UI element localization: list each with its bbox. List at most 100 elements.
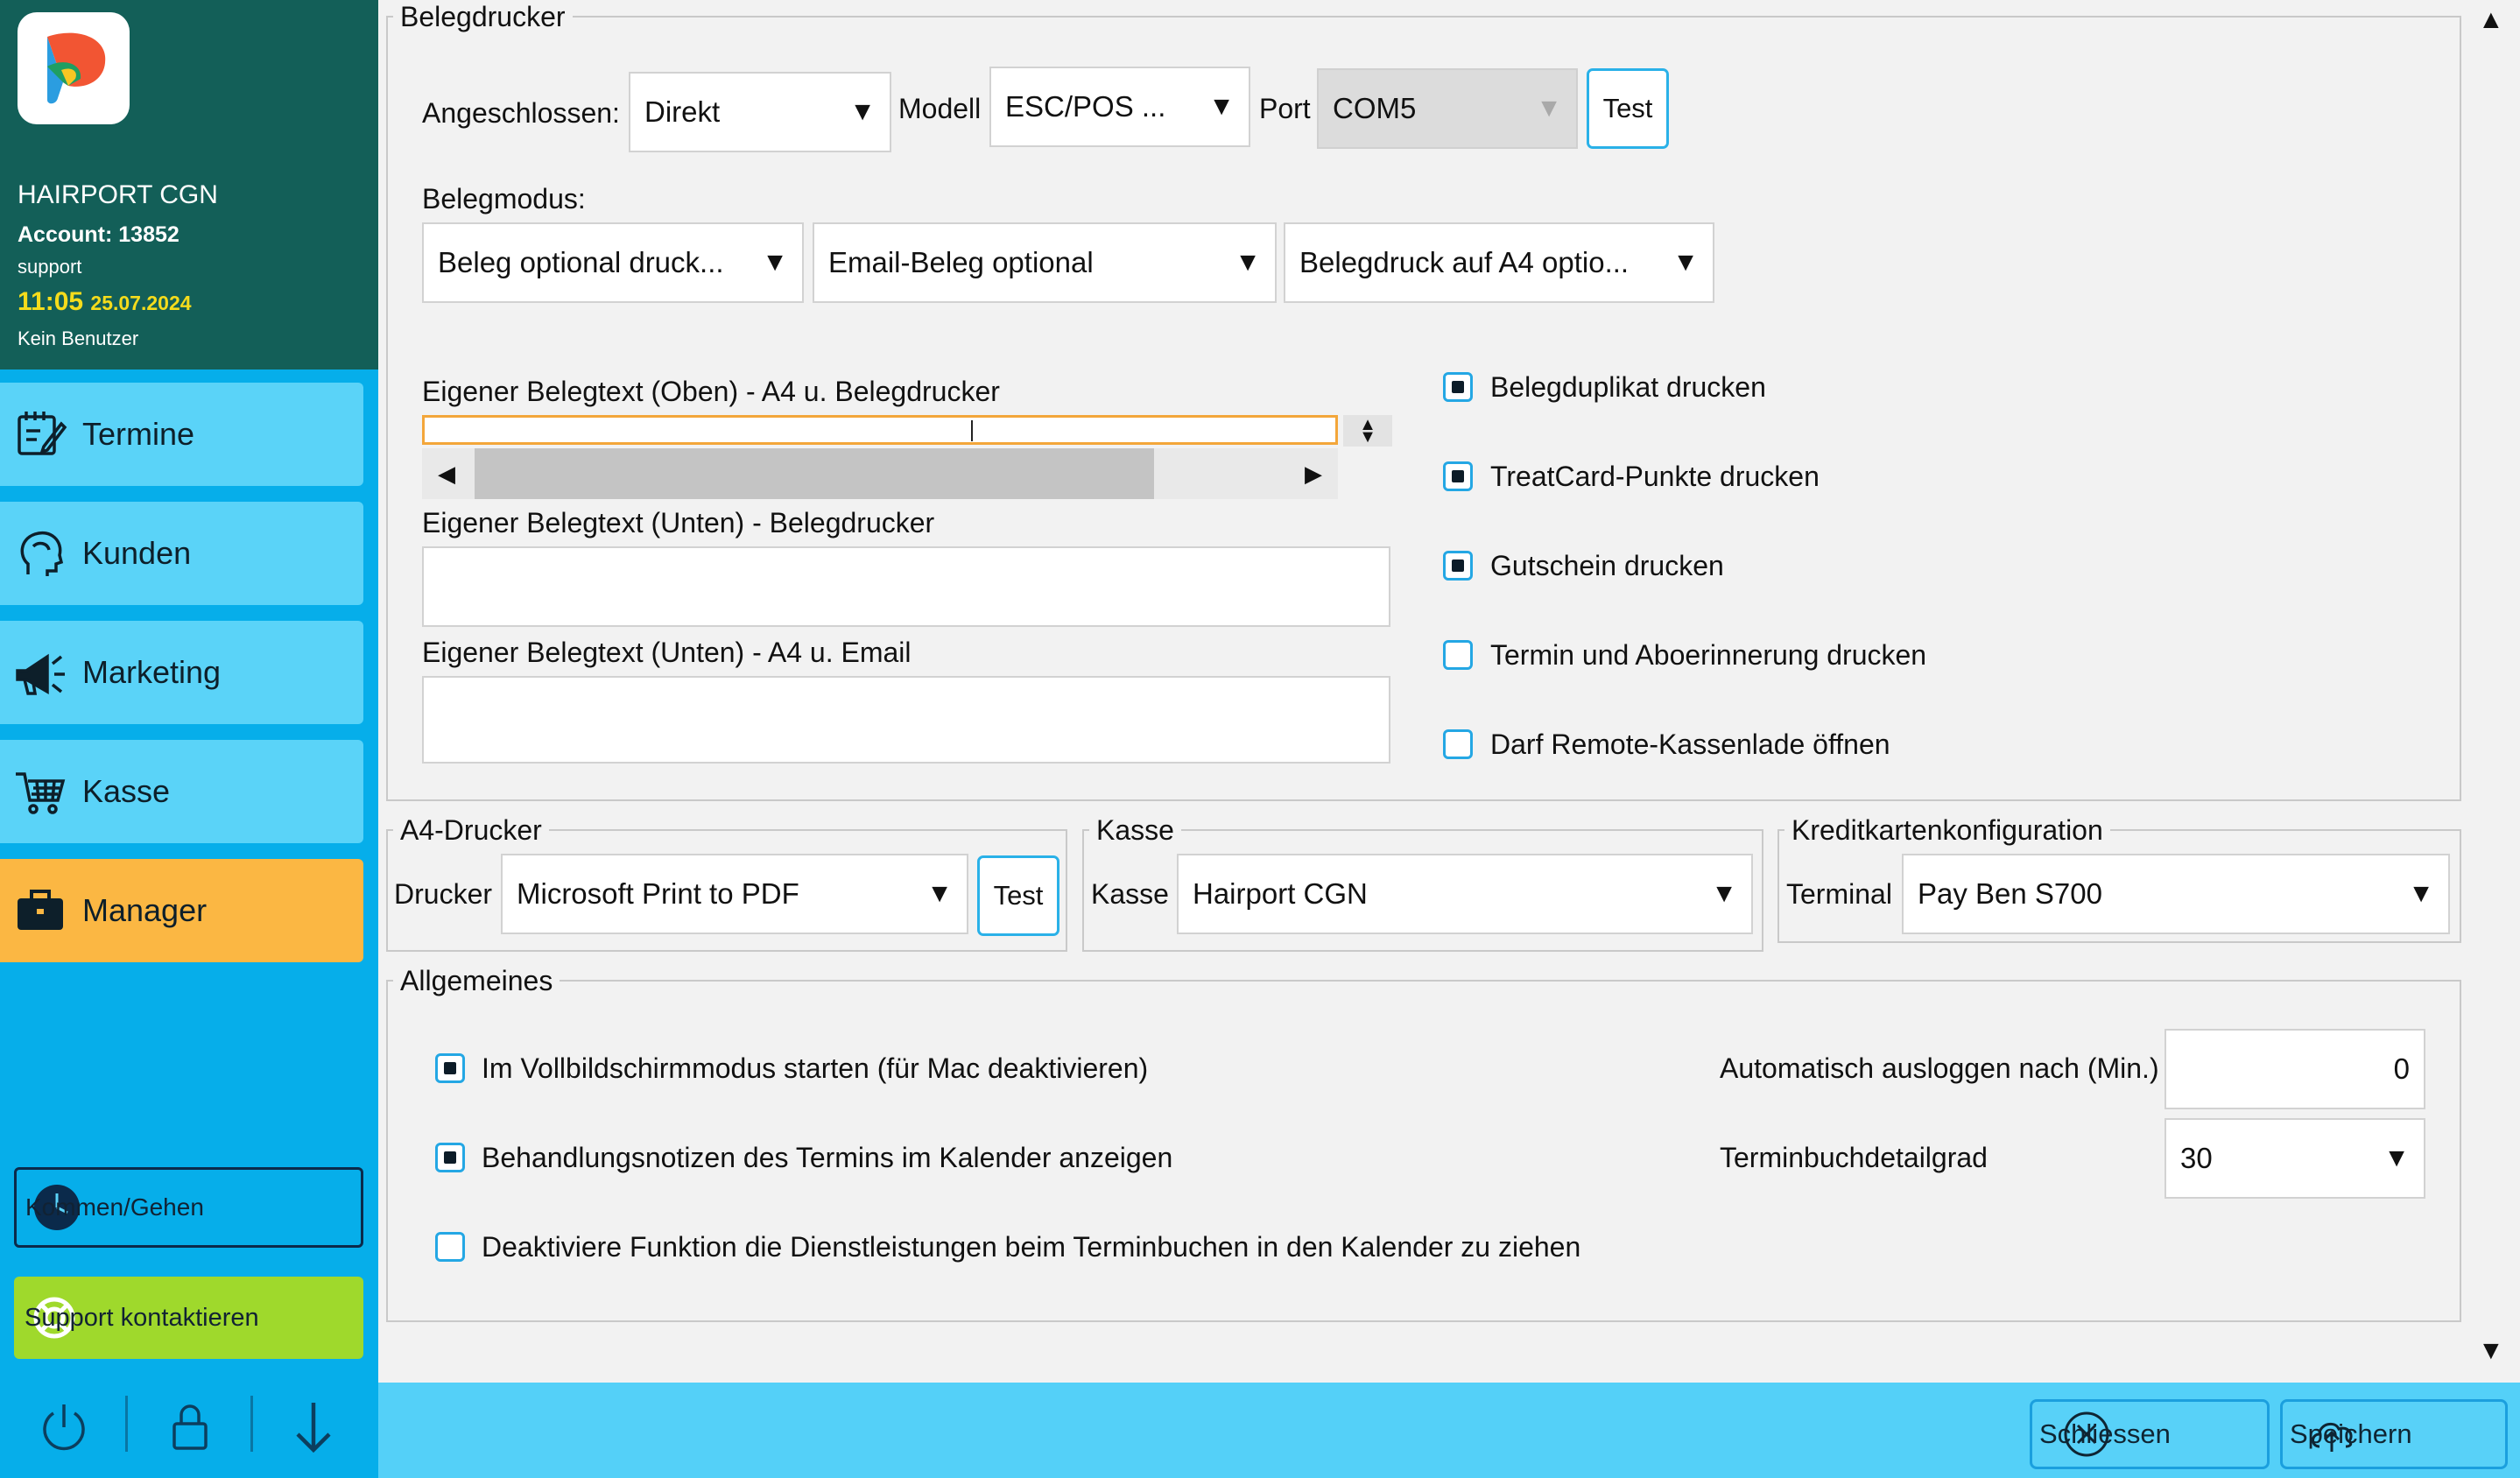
terminal-select[interactable]: Pay Ben S700 ▼ bbox=[1902, 854, 2450, 934]
power-icon[interactable] bbox=[36, 1399, 92, 1455]
support-button[interactable]: Support kontaktieren bbox=[14, 1277, 363, 1359]
sidebar-footer bbox=[0, 1376, 378, 1478]
belegdrucker-legend: Belegdrucker bbox=[393, 0, 573, 33]
account-number: Account: 13852 bbox=[18, 222, 179, 247]
dropdown-arrow-icon: ▼ bbox=[762, 248, 788, 277]
scroll-left-icon[interactable]: ◀ bbox=[438, 461, 455, 488]
lock-icon[interactable] bbox=[162, 1399, 218, 1455]
dropdown-arrow-icon: ▼ bbox=[2383, 1144, 2410, 1172]
vollbild-checkbox[interactable] bbox=[435, 1053, 465, 1083]
belegmodus-a4-select[interactable]: Belegdruck auf A4 optio... ▼ bbox=[1284, 222, 1714, 303]
dienstleistungen-ziehen-checkbox[interactable] bbox=[435, 1232, 465, 1262]
nav-label: Manager bbox=[82, 892, 208, 928]
user-role: support bbox=[18, 256, 82, 278]
kassenlade-checkbox[interactable] bbox=[1443, 729, 1473, 759]
calendar-edit-icon bbox=[18, 412, 67, 455]
nav-label: Kasse bbox=[82, 773, 171, 809]
port-select: COM5 ▼ bbox=[1317, 68, 1578, 149]
dropdown-arrow-icon: ▼ bbox=[1711, 879, 1737, 908]
nav-label: Marketing bbox=[82, 654, 222, 690]
scroll-right-icon[interactable]: ▶ bbox=[1305, 461, 1322, 488]
treatcard-checkbox[interactable] bbox=[1443, 461, 1473, 491]
nav-marketing[interactable]: Marketing bbox=[0, 621, 363, 724]
nav-label: Kunden bbox=[82, 535, 192, 571]
allgemeines-legend: Allgemeines bbox=[393, 964, 560, 997]
sidebar: HAIRPORT CGN Account: 13852 support 11:0… bbox=[0, 0, 378, 1478]
drucker-select[interactable]: Microsoft Print to PDF ▼ bbox=[501, 854, 968, 934]
modell-select[interactable]: ESC/POS ... ▼ bbox=[989, 67, 1250, 147]
save-label: Speichern bbox=[2290, 1418, 2412, 1449]
drucker-value: Microsoft Print to PDF bbox=[517, 877, 799, 910]
scroll-up-icon[interactable]: ▲ bbox=[2478, 5, 2504, 35]
port-label: Port bbox=[1259, 93, 1311, 124]
spinner-arrows-icon[interactable]: ▲ ▼ bbox=[1343, 415, 1392, 447]
belegtext-unten-beleg-input[interactable] bbox=[422, 546, 1390, 627]
belegmodus-print-select[interactable]: Beleg optional druck... ▼ bbox=[422, 222, 804, 303]
angeschlossen-label: Angeschlossen: bbox=[422, 97, 620, 129]
horizontal-scrollbar[interactable]: ◀ ▶ bbox=[422, 448, 1338, 499]
sidebar-header: HAIRPORT CGN Account: 13852 support 11:0… bbox=[0, 0, 378, 370]
current-user: Kein Benutzer bbox=[18, 327, 139, 349]
drucker-label: Drucker bbox=[394, 878, 493, 910]
gutschein-label: Gutschein drucken bbox=[1490, 550, 1724, 581]
detailgrad-select[interactable]: 30 ▼ bbox=[2165, 1118, 2425, 1199]
belegmodus-email-select[interactable]: Email-Beleg optional ▼ bbox=[813, 222, 1277, 303]
detailgrad-label: Terminbuchdetailgrad bbox=[1720, 1142, 1988, 1173]
belegtext-oben-input[interactable] bbox=[422, 415, 1338, 445]
belegmodus-a4-value: Belegdruck auf A4 optio... bbox=[1299, 246, 1630, 278]
arrow-down-icon[interactable] bbox=[285, 1399, 341, 1455]
save-button[interactable]: Speichern bbox=[2280, 1399, 2508, 1469]
treatcard-label: TreatCard-Punkte drucken bbox=[1490, 461, 1820, 492]
detailgrad-value: 30 bbox=[2180, 1142, 2213, 1174]
kasse-label: Kasse bbox=[1091, 878, 1169, 910]
belegduplikat-label: Belegduplikat drucken bbox=[1490, 371, 1766, 403]
nav-manager[interactable]: Manager bbox=[0, 859, 363, 962]
nav-label: Termine bbox=[82, 416, 195, 452]
kasse-legend: Kasse bbox=[1089, 813, 1181, 847]
belegmodus-print-value: Beleg optional druck... bbox=[438, 246, 724, 278]
terminerinnerung-checkbox[interactable] bbox=[1443, 640, 1473, 670]
belegduplikat-checkbox[interactable] bbox=[1443, 372, 1473, 402]
dropdown-arrow-icon: ▼ bbox=[1208, 92, 1235, 121]
gutschein-checkbox[interactable] bbox=[1443, 551, 1473, 581]
belegmodus-label: Belegmodus: bbox=[422, 183, 586, 215]
belegtext-unten-a4-input[interactable] bbox=[422, 676, 1390, 764]
dropdown-arrow-icon: ▼ bbox=[1536, 94, 1562, 123]
nav-kasse[interactable]: Kasse bbox=[0, 740, 363, 843]
support-label: Support kontaktieren bbox=[25, 1304, 259, 1332]
auto-logout-input[interactable]: 0 bbox=[2165, 1029, 2425, 1109]
a4-drucker-legend: A4-Drucker bbox=[393, 813, 549, 847]
kasse-value: Hairport CGN bbox=[1193, 877, 1368, 910]
divider bbox=[250, 1396, 253, 1452]
kassenlade-label: Darf Remote-Kassenlade öffnen bbox=[1490, 728, 1890, 760]
belegtext-oben-label: Eigener Belegtext (Oben) - A4 u. Belegdr… bbox=[422, 376, 1000, 407]
nav-kunden[interactable]: Kunden bbox=[0, 502, 363, 605]
scroll-down-icon[interactable]: ▼ bbox=[2478, 1336, 2504, 1366]
divider bbox=[125, 1396, 128, 1452]
dienstleistungen-ziehen-label: Deaktiviere Funktion die Dienstleistunge… bbox=[482, 1231, 1581, 1263]
behandlungsnotizen-checkbox[interactable] bbox=[435, 1143, 465, 1172]
a4-test-button[interactable]: Test bbox=[977, 855, 1059, 936]
angeschlossen-value: Direkt bbox=[644, 95, 721, 128]
nav-termine[interactable]: Termine bbox=[0, 383, 363, 486]
scrollbar-thumb[interactable] bbox=[475, 448, 1154, 499]
modell-label: Modell bbox=[898, 93, 982, 124]
head-icon bbox=[20, 531, 64, 576]
close-button[interactable]: Schliessen bbox=[2030, 1399, 2270, 1469]
angeschlossen-select[interactable]: Direkt ▼ bbox=[629, 72, 891, 152]
salon-name: HAIRPORT CGN bbox=[18, 180, 218, 209]
dropdown-arrow-icon: ▼ bbox=[2408, 879, 2434, 908]
belegmodus-email-value: Email-Beleg optional bbox=[828, 246, 1094, 278]
auto-logout-value: 0 bbox=[2393, 1052, 2410, 1085]
dropdown-arrow-icon: ▼ bbox=[1672, 248, 1699, 277]
clock-date: 25.07.2024 bbox=[90, 292, 192, 314]
dropdown-arrow-icon: ▼ bbox=[849, 97, 876, 126]
vollbild-label: Im Vollbildschirmmodus starten (für Mac … bbox=[482, 1052, 1149, 1084]
kasse-select[interactable]: Hairport CGN ▼ bbox=[1177, 854, 1753, 934]
belegdrucker-test-button[interactable]: Test bbox=[1587, 68, 1669, 149]
auto-logout-label: Automatisch ausloggen nach (Min.) bbox=[1720, 1052, 2159, 1084]
terminerinnerung-label: Termin und Aboerinnerung drucken bbox=[1490, 639, 1927, 671]
kommen-gehen-button[interactable]: Kommen/Gehen bbox=[14, 1167, 363, 1248]
clock-time: 11:05 bbox=[18, 287, 84, 316]
modell-value: ESC/POS ... bbox=[1005, 90, 1166, 123]
